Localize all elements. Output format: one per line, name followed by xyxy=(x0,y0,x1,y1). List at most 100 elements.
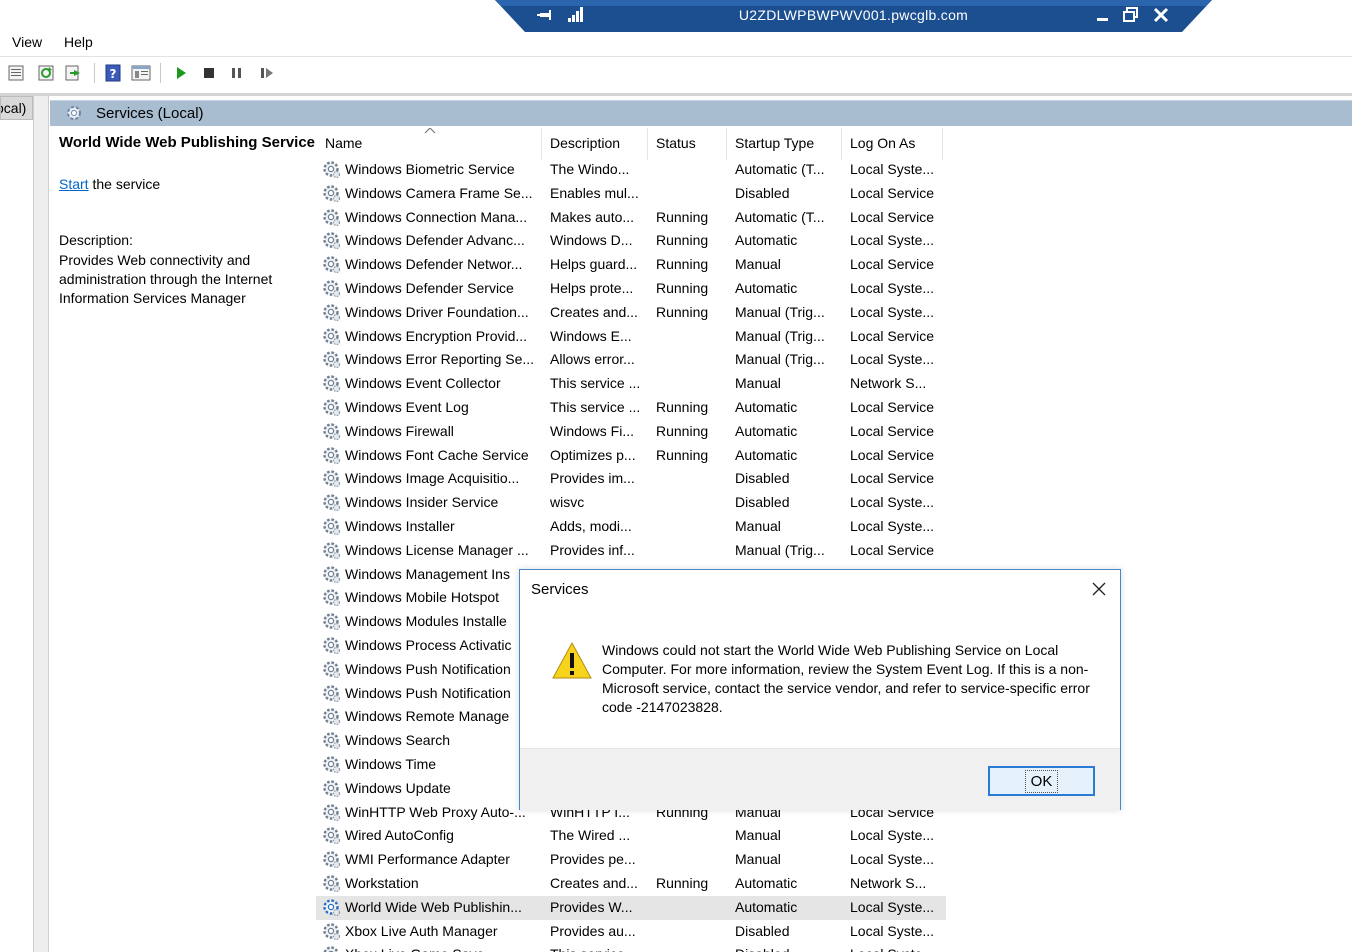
service-gear-icon xyxy=(323,542,341,559)
sort-ascending-icon xyxy=(424,128,436,134)
column-header-log-on-as[interactable]: Log On As xyxy=(841,128,943,160)
stop-service-button[interactable] xyxy=(198,62,220,84)
row-startup-type: Automatic xyxy=(735,280,798,296)
row-name: Windows Push Notification xyxy=(345,660,511,677)
service-row[interactable]: Windows Font Cache Service Optimizes p...… xyxy=(316,444,946,468)
row-name: Windows Defender Networ... xyxy=(345,256,523,273)
row-name: Windows Camera Frame Se... xyxy=(345,184,533,201)
toolbar-separator xyxy=(160,63,161,83)
column-header-description[interactable]: Description xyxy=(541,128,648,160)
service-row[interactable]: Windows License Manager ... Provides inf.… xyxy=(316,539,946,563)
service-row[interactable]: Workstation Creates and... Running Automati… xyxy=(316,872,946,896)
service-gear-icon xyxy=(323,732,341,750)
row-name: Windows License Manager ... xyxy=(345,541,529,558)
service-row[interactable]: Windows Event Collector This service ... M… xyxy=(316,372,946,396)
tree-item-services-local[interactable]: ocal) xyxy=(0,96,33,120)
row-name: Windows Management Ins xyxy=(345,565,510,582)
row-description: Makes auto... xyxy=(550,208,635,225)
row-description: Creates and... xyxy=(550,303,638,320)
row-description: This service xyxy=(550,946,645,952)
service-gear-icon xyxy=(323,851,341,869)
close-connection-icon[interactable] xyxy=(1151,5,1171,25)
menu-view[interactable]: View xyxy=(12,34,42,50)
service-row[interactable]: Windows Insider Service wisvc Disabled Loca… xyxy=(316,491,946,515)
pause-icon xyxy=(232,68,241,78)
service-row[interactable]: WMI Performance Adapter Provides pe... Man… xyxy=(316,848,946,872)
row-name: Windows Event Collector xyxy=(345,375,501,392)
row-startup-type: Manual (Trig... xyxy=(735,327,825,344)
service-row[interactable]: Windows Error Reporting Se... Allows erro… xyxy=(316,348,946,372)
row-startup-type: Disabled xyxy=(735,184,790,201)
service-row[interactable]: Windows Biometric Service The Windo... Aut… xyxy=(316,158,946,182)
row-name: Windows Remote Manage xyxy=(345,708,510,725)
column-header-startup-type[interactable]: Startup Type xyxy=(726,128,842,160)
export-list-button[interactable] xyxy=(63,62,85,84)
service-row[interactable]: Windows Camera Frame Se... Enables mul...… xyxy=(316,182,946,206)
list-header: Name Description Status Startup Type Log… xyxy=(316,128,1352,160)
service-row[interactable]: Windows Image Acquisitio... Provides im..… xyxy=(316,467,946,491)
pane-header: Services (Local) xyxy=(50,100,1352,126)
dialog-close-button[interactable] xyxy=(1086,576,1112,602)
service-gear-icon xyxy=(323,375,341,393)
pause-service-button[interactable] xyxy=(226,62,248,84)
service-row[interactable]: Windows Defender Networ... Helps guard...… xyxy=(316,253,946,277)
service-row[interactable]: Xbox Live Game Save This service Disabled L… xyxy=(316,943,946,952)
service-row[interactable]: Wired AutoConfig The Wired ... Manual Local… xyxy=(316,824,946,848)
service-gear-icon xyxy=(323,803,341,821)
services-gear-icon xyxy=(67,106,81,120)
row-name: Workstation xyxy=(345,875,419,891)
minimize-icon[interactable] xyxy=(1093,5,1113,25)
row-log-on-as: Local Syste... xyxy=(850,518,935,534)
column-header-name[interactable]: Name xyxy=(316,128,542,160)
row-description: Helps guard... xyxy=(550,256,638,273)
row-startup-type: Manual xyxy=(735,518,781,534)
menu-help[interactable]: Help xyxy=(64,34,93,50)
dialog-message: Windows could not start the World Wide W… xyxy=(602,642,1090,715)
row-name: WMI Performance Adapter xyxy=(345,851,510,868)
row-status: Running xyxy=(656,280,709,296)
service-row[interactable]: Windows Encryption Provid... Windows E...… xyxy=(316,325,946,349)
help-button[interactable]: ? xyxy=(102,62,124,84)
service-row[interactable]: World Wide Web Publishin... Provides W...… xyxy=(316,895,946,920)
start-service-button[interactable] xyxy=(170,62,192,84)
row-startup-type: Disabled xyxy=(735,922,790,939)
row-description: Windows E... xyxy=(550,327,632,344)
row-description: Provides im... xyxy=(550,470,635,487)
row-startup-type: Automatic xyxy=(735,399,798,415)
properties-button[interactable] xyxy=(5,62,27,84)
row-log-on-as: Local Service xyxy=(850,208,935,225)
row-name: WinHTTP Web Proxy Auto-... xyxy=(345,803,526,820)
properties-icon xyxy=(8,65,24,81)
row-name: Windows Image Acquisitio... xyxy=(345,470,520,487)
service-gear-icon xyxy=(323,922,341,940)
row-name: Windows Push Notification xyxy=(345,684,511,701)
column-description-label: Description xyxy=(550,135,621,151)
service-gear-icon xyxy=(323,256,341,274)
row-log-on-as: Local Syste... xyxy=(850,232,935,249)
service-row[interactable]: Xbox Live Auth Manager Provides au... Disa… xyxy=(316,920,946,944)
row-name: Windows Mobile Hotspot xyxy=(345,589,500,606)
ok-button[interactable]: OK xyxy=(988,766,1095,796)
restore-icon[interactable] xyxy=(1121,5,1141,25)
service-row[interactable]: Windows Connection Mana... Makes auto... R… xyxy=(316,206,946,230)
service-gear-icon xyxy=(323,351,341,369)
resume-service-button[interactable] xyxy=(256,62,278,84)
service-row[interactable]: Windows Defender Service Helps prote... Ru… xyxy=(316,277,946,301)
service-gear-icon xyxy=(323,518,341,536)
service-row[interactable]: Windows Event Log This service ... Running… xyxy=(316,396,946,420)
service-row[interactable]: Windows Firewall Windows Fi... Running Auto… xyxy=(316,420,946,444)
start-service-link[interactable]: Start xyxy=(59,176,89,192)
service-row[interactable]: Windows Driver Foundation... Creates and.… xyxy=(316,301,946,325)
column-header-status[interactable]: Status xyxy=(647,128,727,160)
row-name: Wired AutoConfig xyxy=(345,827,454,844)
row-log-on-as: Local Syste... xyxy=(850,851,935,868)
row-name: Windows Connection Mana... xyxy=(345,208,528,225)
refresh-button[interactable] xyxy=(35,62,57,84)
pane-splitter[interactable] xyxy=(34,96,49,952)
remote-connection-bar: U2ZDLWPBWPWV001.pwcglb.com xyxy=(495,0,1212,32)
service-row[interactable]: Windows Defender Advanc... Windows D... Ru… xyxy=(316,229,946,253)
row-startup-type: Automatic (T... xyxy=(735,161,825,177)
show-console-tree-button[interactable] xyxy=(130,62,152,84)
service-row[interactable]: Windows Installer Adds, modi... Manual Loca… xyxy=(316,515,946,539)
row-startup-type: Manual (Trig... xyxy=(735,303,825,320)
